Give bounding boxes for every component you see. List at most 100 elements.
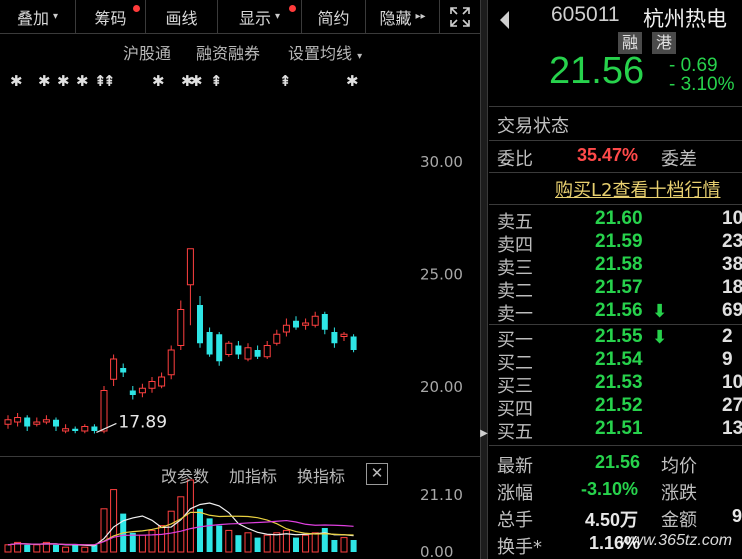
candle [331, 327, 338, 348]
candle-body [33, 421, 41, 425]
diff-label: 委差 [661, 149, 697, 170]
expand-icon [450, 6, 470, 27]
bid-row[interactable]: 买四21.52277 [489, 395, 742, 420]
candle [311, 311, 319, 328]
simple-mode-button[interactable]: 简约 [302, 0, 366, 33]
candle-body [216, 334, 223, 362]
level-price: 21.53 [595, 372, 643, 393]
candle [81, 424, 89, 434]
volume-bar [186, 479, 194, 553]
event-marker-icon: ⇞ [210, 72, 223, 90]
candle [158, 372, 166, 389]
chevron-down-icon: ▾ [274, 11, 281, 22]
candle [293, 316, 299, 330]
level-volume: 18 [722, 277, 742, 298]
kline-chart-area[interactable]: 沪股通 融资融券 设置均线 ▾ ✱ ✱ ✱ ✱ ⇞ ⇞ ✱ ✱ ✱ ⇞ ⇞ ✱ 30.00 25.00 2… [0, 34, 480, 559]
level-volume: 104 [722, 208, 742, 229]
candle [235, 341, 242, 359]
candle [186, 248, 194, 326]
candle [129, 386, 136, 400]
volume-label: 总手 [497, 510, 533, 531]
volume-bar [263, 534, 271, 553]
stock-code: 605011 [551, 3, 620, 26]
level-volume: 23 [722, 231, 742, 252]
ask-row[interactable]: 卖四 21.59 23 [489, 231, 742, 256]
level-price: 21.51 [595, 418, 643, 439]
level-price: 21.52 [595, 395, 643, 416]
ask-row[interactable]: 卖二 21.57 18 [489, 277, 742, 302]
bid-row[interactable]: 买二 21.54 9 [489, 349, 742, 374]
volume-bar [331, 540, 338, 552]
candle [53, 417, 59, 431]
volume-bar [225, 529, 233, 553]
volume-bar [110, 489, 118, 553]
volume-bar [273, 532, 281, 553]
event-marker-icon: ✱ [38, 72, 51, 90]
volume-bar [167, 510, 175, 553]
panel-divider[interactable] [480, 0, 488, 559]
candle-body [148, 381, 156, 389]
pct-value: -3.10% [581, 479, 639, 499]
avg-price-label: 均价 [661, 456, 697, 477]
candle [350, 334, 357, 353]
candle-body [282, 324, 290, 333]
candle [72, 426, 79, 434]
volume-bar [138, 534, 146, 553]
ask-row[interactable]: 卖三 21.58 38 [489, 254, 742, 279]
bid-row[interactable]: 买一 21.55 ⬇ 2 [489, 326, 742, 351]
candle-body [235, 345, 242, 355]
volume-bar [206, 518, 213, 552]
volume-bar [302, 534, 310, 553]
candle [225, 341, 233, 357]
candle [148, 377, 156, 393]
arrow-down-icon: ⬇ [652, 301, 668, 322]
arrow-down-icon: ⬇ [652, 327, 668, 348]
trade-status-label[interactable]: 交易状态 [497, 112, 569, 138]
event-marker-icon: ✱ [152, 72, 165, 90]
bid-row[interactable]: 买五 21.51 136 [489, 418, 742, 443]
candle-body [273, 333, 281, 344]
l2-upgrade-link[interactable]: 购买L2查看十档行情 [555, 176, 720, 202]
candle-body [24, 417, 31, 427]
close-indicator-button[interactable]: ✕ [366, 463, 388, 485]
collapse-panel-icon[interactable]: ▶ [480, 420, 488, 448]
price-change-pct: - 3.10% [669, 74, 735, 95]
candle-body [263, 345, 271, 358]
volume-bar [81, 546, 89, 553]
level-price: 21.56 [595, 300, 643, 321]
ask-row[interactable]: 卖五21.60104 [489, 208, 742, 233]
level-volume: 136 [722, 418, 742, 439]
add-indicator-button[interactable]: 加指标 [229, 463, 277, 487]
candle-body [350, 336, 357, 350]
chips-label: 筹码 [94, 8, 127, 28]
candle [244, 343, 252, 362]
chips-button[interactable]: 筹码 [76, 0, 146, 33]
candle-series [4, 248, 357, 434]
draw-line-button[interactable]: 画线 [146, 0, 218, 33]
candle [4, 415, 12, 429]
volume-bar [293, 537, 299, 552]
candle [110, 354, 118, 386]
display-button[interactable]: 显示 ▾ [218, 0, 302, 33]
fullscreen-button[interactable] [440, 0, 480, 33]
edit-params-button[interactable]: 改参数 [161, 463, 209, 487]
hide-button[interactable]: 隐藏 ▸▸ [366, 0, 440, 33]
volume-bar [254, 537, 261, 552]
candle [42, 415, 50, 425]
last-price: 21.56 [549, 50, 645, 92]
event-marker-icon: ✱ [346, 72, 359, 90]
simple-mode-label: 简约 [317, 8, 350, 28]
ask-row[interactable]: 卖一 21.56 ⬇ 69 [489, 300, 742, 325]
bid-row[interactable]: 买三21.53105 [489, 372, 742, 397]
level-price: 21.58 [595, 254, 643, 275]
candle [254, 345, 261, 359]
candle-body [14, 417, 22, 423]
level-volume: 105 [722, 372, 742, 393]
event-marker-icon: ✱ [190, 72, 203, 90]
candle [302, 318, 310, 330]
draw-line-label: 画线 [165, 8, 198, 28]
back-icon[interactable] [495, 8, 515, 32]
switch-indicator-button[interactable]: 换指标 [297, 463, 345, 487]
chart-toolbar: 叠加 ▾ 筹码 画线 显示 ▾ 简约 隐藏 ▸▸ [0, 0, 480, 34]
overlay-button[interactable]: 叠加 ▾ [0, 0, 76, 33]
